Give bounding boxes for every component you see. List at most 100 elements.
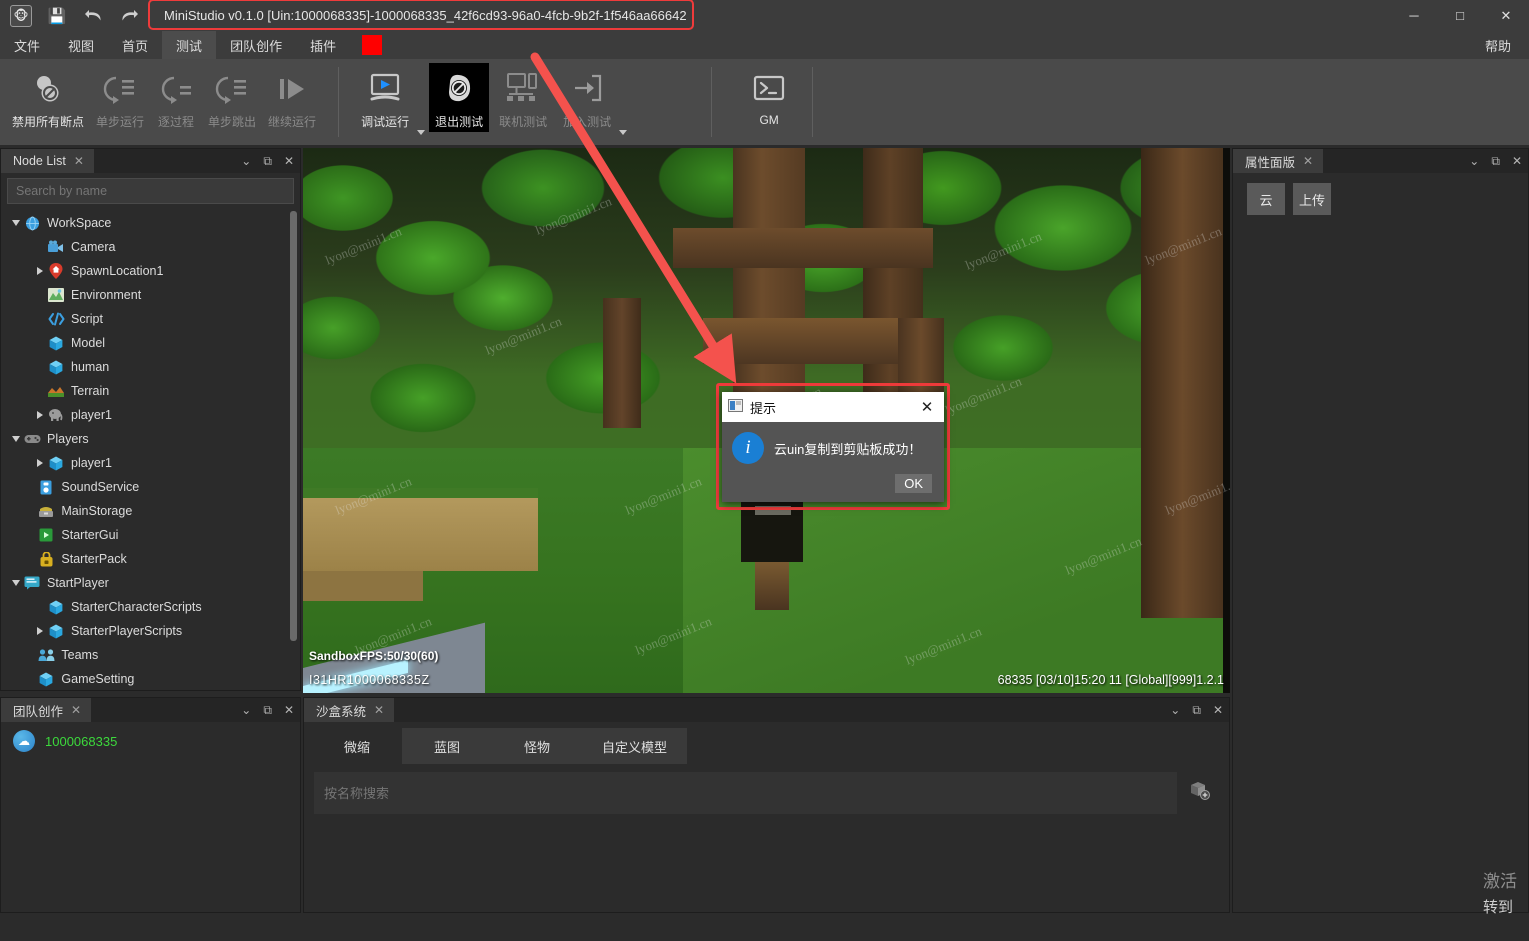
redo-icon[interactable] (114, 3, 144, 29)
debug-run-button[interactable]: 调试运行 (355, 63, 415, 132)
chevron-down-icon[interactable] (9, 436, 23, 442)
tree-node-startercharacterscripts[interactable]: StarterCharacterScripts (1, 595, 300, 619)
close-icon[interactable]: ✕ (1512, 154, 1522, 168)
node-search-box[interactable] (7, 178, 294, 204)
menu-file[interactable]: 文件 (0, 31, 54, 59)
chevron-down-icon[interactable]: ⌄ (241, 154, 251, 168)
node-tree-scrollbar[interactable] (290, 211, 297, 641)
tree-node-startplayer[interactable]: StartPlayer (1, 571, 300, 595)
chevron-right-icon[interactable] (33, 627, 47, 635)
tab-thumbnail[interactable]: 微缩 (312, 728, 402, 764)
chevron-down-icon[interactable] (9, 220, 23, 226)
scene-tree-trunk-5 (603, 298, 641, 428)
menu-plugin[interactable]: 插件 (296, 31, 350, 59)
tab-custom-model[interactable]: 自定义模型 (582, 728, 688, 764)
sandbox-tab[interactable]: 沙盒系统 ✕ (304, 698, 395, 722)
tab-blueprint[interactable]: 蓝图 (402, 728, 492, 764)
tree-node-players[interactable]: Players (1, 427, 300, 451)
gm-console-button[interactable]: GM (742, 63, 796, 129)
cube-icon (47, 623, 65, 639)
tree-node-human[interactable]: human (1, 355, 300, 379)
windows-activation-watermark: 激活 转到 (1481, 869, 1529, 941)
close-icon[interactable]: ✕ (1213, 703, 1223, 717)
properties-tab[interactable]: 属性面版 ✕ (1233, 149, 1324, 173)
step-over-button[interactable]: 逐过程 (150, 63, 202, 132)
add-cube-icon[interactable] (1185, 776, 1213, 804)
backpack-icon (37, 551, 55, 567)
tree-node-label: Model (71, 336, 106, 350)
tree-node-soundservice[interactable]: SoundService (1, 475, 300, 499)
search-input[interactable] (16, 184, 285, 198)
close-icon[interactable]: ✕ (71, 703, 81, 717)
team-member-row[interactable]: ☁ 1000068335 (1, 728, 300, 754)
menu-team-create[interactable]: 团队创作 (216, 31, 296, 59)
tree-node-model[interactable]: Model (1, 331, 300, 355)
close-button[interactable]: ✕ (1483, 0, 1529, 31)
network-test-button[interactable]: 联机测试 (493, 63, 553, 132)
tree-node-startergui[interactable]: StarterGui (1, 523, 300, 547)
search-input[interactable] (324, 785, 1167, 801)
close-icon[interactable]: ✕ (284, 154, 294, 168)
tree-node-teams[interactable]: Teams (1, 643, 300, 667)
popout-icon[interactable]: ⧉ (263, 154, 272, 169)
debug-run-dropdown-icon[interactable] (417, 130, 426, 135)
chevron-down-icon[interactable] (9, 580, 23, 586)
chevron-down-icon[interactable]: ⌄ (241, 703, 251, 717)
tree-node-camera[interactable]: Camera (1, 235, 300, 259)
close-icon[interactable]: ✕ (1303, 154, 1313, 168)
tree-node-script[interactable]: Script (1, 307, 300, 331)
tree-node-spawnlocation1[interactable]: SpawnLocation1 (1, 259, 300, 283)
exit-test-button[interactable]: 退出测试 (429, 63, 490, 132)
label: 联机测试 (499, 115, 548, 129)
tree-node-gamesetting[interactable]: GameSetting (1, 667, 300, 690)
step-into-button[interactable]: 单步运行 (90, 63, 150, 132)
node-list-tab[interactable]: Node List ✕ (1, 149, 94, 173)
close-icon[interactable]: ✕ (284, 703, 294, 717)
tab-monster[interactable]: 怪物 (492, 728, 582, 764)
menu-test[interactable]: 测试 (162, 31, 217, 59)
sandbox-search-box[interactable] (314, 772, 1177, 814)
chevron-down-icon[interactable]: ⌄ (1469, 154, 1479, 168)
dialog-body: i 云uin复制到剪贴板成功！ (722, 422, 944, 474)
tree-node-starterpack[interactable]: StarterPack (1, 547, 300, 571)
maximize-button[interactable]: □ (1437, 0, 1483, 31)
tree-node-environment[interactable]: Environment (1, 283, 300, 307)
cloud-icon: ☁ (13, 730, 35, 752)
close-icon[interactable]: ✕ (916, 396, 938, 418)
tree-node-terrain[interactable]: Terrain (1, 379, 300, 403)
globe-icon (23, 215, 41, 231)
tree-node-starterplayerscripts[interactable]: StarterPlayerScripts (1, 619, 300, 643)
popout-icon[interactable]: ⧉ (1192, 703, 1201, 718)
join-test-dropdown-icon[interactable] (619, 130, 628, 135)
prompt-dialog[interactable]: 提示 ✕ i 云uin复制到剪贴板成功！ OK (722, 392, 944, 502)
menu-view[interactable]: 视图 (54, 31, 108, 59)
tree-node-player1[interactable]: player1 (1, 403, 300, 427)
tree-node-label: SoundService (61, 480, 140, 494)
undo-icon[interactable] (78, 3, 108, 29)
minimize-button[interactable]: ─ (1391, 0, 1437, 31)
chevron-right-icon[interactable] (33, 411, 47, 419)
chevron-right-icon[interactable] (33, 267, 47, 275)
tree-node-label: GameSetting (61, 672, 135, 686)
label: 继续运行 (268, 115, 317, 129)
join-test-button[interactable]: 加入测试 (557, 63, 617, 132)
tree-node-player1[interactable]: player1 (1, 451, 300, 475)
disable-all-breakpoints-button[interactable]: 禁用所有断点 (6, 63, 90, 132)
continue-run-button[interactable]: 继续运行 (262, 63, 322, 132)
cloud-button[interactable]: 云 (1247, 183, 1285, 215)
close-icon[interactable]: ✕ (74, 154, 84, 168)
popout-icon[interactable]: ⧉ (1491, 154, 1500, 169)
chevron-right-icon[interactable] (33, 459, 47, 467)
tree-node-mainstorage[interactable]: MainStorage (1, 499, 300, 523)
save-icon[interactable]: 💾 (42, 3, 72, 29)
menu-home[interactable]: 首页 (108, 31, 162, 59)
step-out-button[interactable]: 单步跳出 (202, 63, 262, 132)
team-panel-tab[interactable]: 团队创作 ✕ (1, 698, 92, 722)
upload-button[interactable]: 上传 (1293, 183, 1331, 215)
ok-button[interactable]: OK (895, 474, 932, 493)
close-icon[interactable]: ✕ (374, 703, 384, 717)
menu-help[interactable]: 帮助 (1475, 31, 1521, 59)
chevron-down-icon[interactable]: ⌄ (1170, 703, 1180, 717)
popout-icon[interactable]: ⧉ (263, 703, 272, 718)
tree-node-workspace[interactable]: WorkSpace (1, 211, 300, 235)
